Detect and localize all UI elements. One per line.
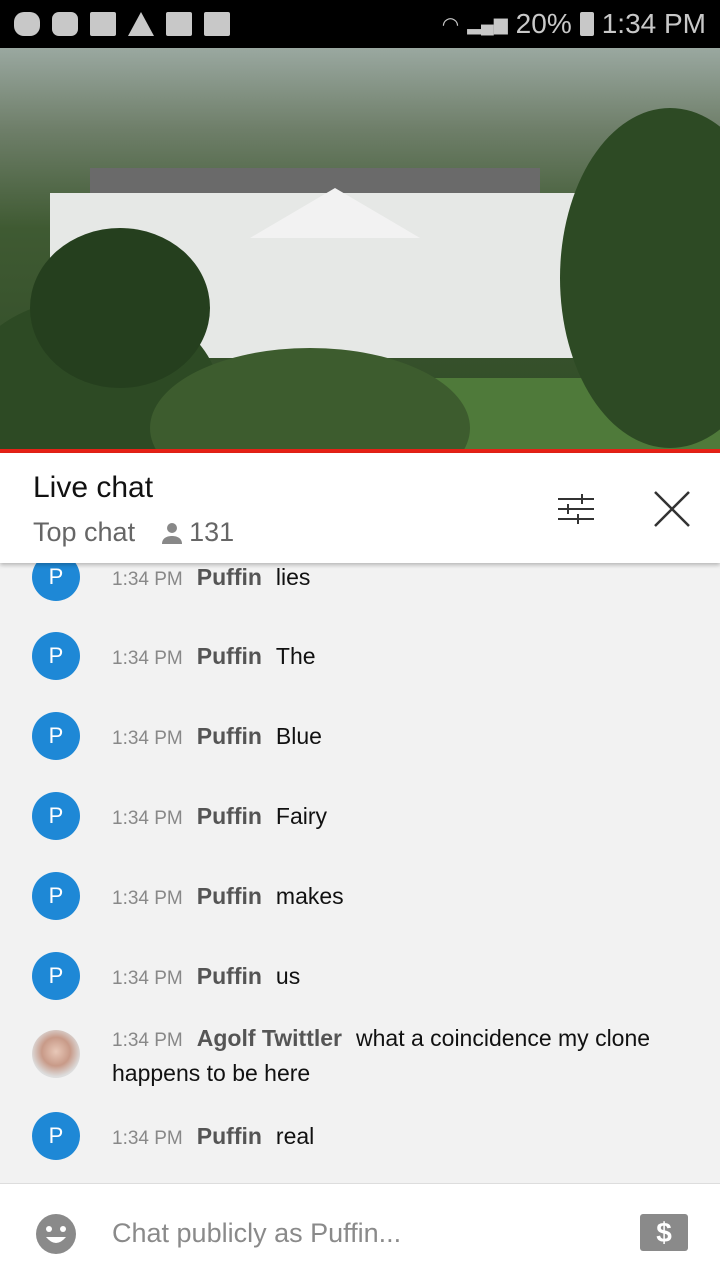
message-author[interactable]: Puffin (197, 963, 262, 989)
avatar[interactable]: P (32, 952, 80, 1000)
message-author[interactable]: Puffin (197, 883, 262, 909)
message-time: 1:34 PM (112, 968, 183, 989)
message-time: 1:34 PM (112, 569, 183, 590)
chat-input-bar: Chat publicly as Puffin... $ (0, 1183, 720, 1280)
folder-icon (90, 12, 116, 36)
image-icon (166, 12, 192, 36)
message-text: The (275, 643, 316, 669)
warning-icon (128, 12, 154, 36)
youtube-icon (52, 12, 78, 36)
super-chat-button[interactable]: $ (640, 1214, 688, 1251)
message-text: Blue (275, 723, 322, 749)
filter-button[interactable] (552, 485, 600, 533)
message-text: what a coincidence my clone happens to b… (112, 1025, 651, 1086)
avatar[interactable]: P (32, 1112, 80, 1160)
message-author[interactable]: Puffin (197, 643, 262, 669)
dollar-icon: $ (656, 1217, 672, 1248)
viewer-count: 131 (189, 517, 235, 547)
avatar[interactable]: P (32, 712, 80, 760)
puffin-icon (14, 12, 40, 36)
message-text: Fairy (275, 803, 328, 829)
message-time: 1:34 PM (112, 648, 183, 669)
message-author[interactable]: Puffin (197, 564, 262, 590)
message-author[interactable]: Puffin (197, 723, 262, 749)
video-tree (30, 228, 210, 388)
message-author[interactable]: Puffin (197, 803, 262, 829)
chat-mode-dropdown[interactable]: Top chat (33, 517, 135, 548)
status-bar: ◠ ▂▄▆ 20% 1:34 PM (0, 0, 720, 48)
message-text: makes (275, 883, 344, 909)
message-time: 1:34 PM (112, 808, 183, 829)
avatar[interactable] (32, 1030, 80, 1078)
close-icon (654, 491, 690, 527)
message-text: real (275, 1123, 315, 1149)
news-icon (204, 12, 230, 36)
message-time: 1:34 PM (112, 888, 183, 909)
emoji-icon[interactable] (36, 1214, 76, 1254)
battery-percent: 20% (515, 8, 572, 39)
avatar[interactable]: P (32, 563, 80, 601)
avatar[interactable]: P (32, 872, 80, 920)
message-text: us (275, 963, 301, 989)
battery-icon (579, 12, 594, 36)
chat-header: Live chat Top chat 131 (0, 453, 720, 563)
message-time: 1:34 PM (112, 1030, 183, 1051)
avatar[interactable]: P (32, 792, 80, 840)
person-icon (162, 522, 183, 544)
wifi-icon: ◠ (441, 13, 460, 36)
close-button[interactable] (648, 485, 696, 533)
signal-icon: ▂▄▆ (467, 13, 508, 34)
message-time: 1:34 PM (112, 728, 183, 749)
chat-title: Live chat (33, 471, 154, 504)
message-time: 1:34 PM (112, 1128, 183, 1149)
avatar[interactable]: P (32, 632, 80, 680)
tune-icon (558, 494, 594, 524)
message-author[interactable]: Agolf Twittler (197, 1025, 342, 1051)
clock: 1:34 PM (601, 8, 706, 39)
message-author[interactable]: Puffin (197, 1123, 262, 1149)
chat-input[interactable]: Chat publicly as Puffin... (112, 1218, 401, 1249)
message-text: lies (275, 564, 311, 590)
video-player[interactable] (0, 48, 720, 450)
chat-message-list[interactable]: P 1:34 PM Puffin lies P 1:34 PM Puffin The P 1… (0, 563, 720, 1183)
